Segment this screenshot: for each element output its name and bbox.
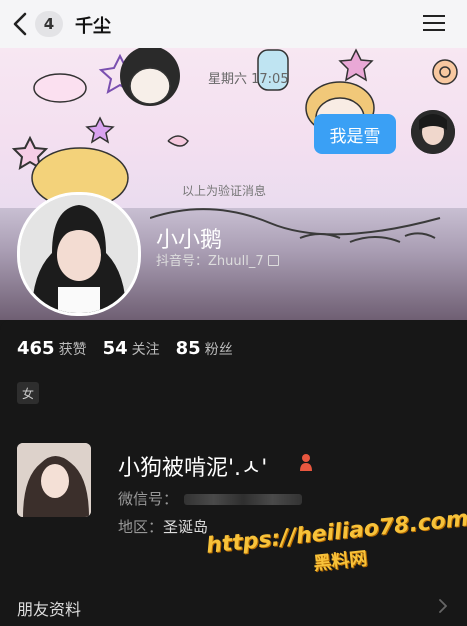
blurred-wechat-id [184, 494, 303, 505]
menu-icon[interactable] [423, 14, 445, 32]
region-row: 地区：圣诞岛 [118, 518, 209, 536]
watermark: https://heiliao78.com 黑料网 [204, 506, 467, 575]
chevron-right-icon[interactable] [439, 599, 447, 613]
following-stat[interactable]: 54 关注 [103, 338, 160, 359]
friend-info-section[interactable]: 朋友资料 [17, 596, 81, 620]
chat-background: 星期六 17:05 我是雪 以上为验证消息 [0, 48, 467, 208]
verification-notice: 以上为验证消息 [182, 184, 267, 198]
profile-card: 465 获赞 54 关注 85 粉丝 女 小狗被啃泥'.ㅅ' 微信号： 地区：圣诞岛 … [0, 320, 467, 626]
gender-tag: 女 [17, 382, 39, 404]
unread-count-badge: 4 [35, 11, 63, 37]
back-icon[interactable] [10, 11, 32, 37]
profile-avatar[interactable] [17, 192, 141, 316]
chat-timestamp: 星期六 17:05 [208, 72, 289, 87]
copy-icon[interactable] [267, 255, 279, 266]
douyin-id: 抖音号：Zhuull_7 [156, 250, 279, 269]
sender-avatar[interactable] [411, 110, 455, 154]
chat-title: 千尘 [75, 16, 111, 37]
fans-stat[interactable]: 85 粉丝 [176, 338, 233, 359]
top-bar: 4 千尘 [0, 0, 467, 48]
likes-stat[interactable]: 465 获赞 [17, 338, 87, 359]
wechat-id-row: 微信号： [118, 488, 303, 509]
friend-avatar[interactable] [17, 443, 91, 517]
person-icon [300, 454, 312, 471]
message-bubble[interactable]: 我是雪 [314, 114, 396, 154]
stats-row: 465 获赞 54 关注 85 粉丝 [17, 338, 233, 359]
friend-name: 小狗被啃泥'.ㅅ' [118, 456, 268, 481]
